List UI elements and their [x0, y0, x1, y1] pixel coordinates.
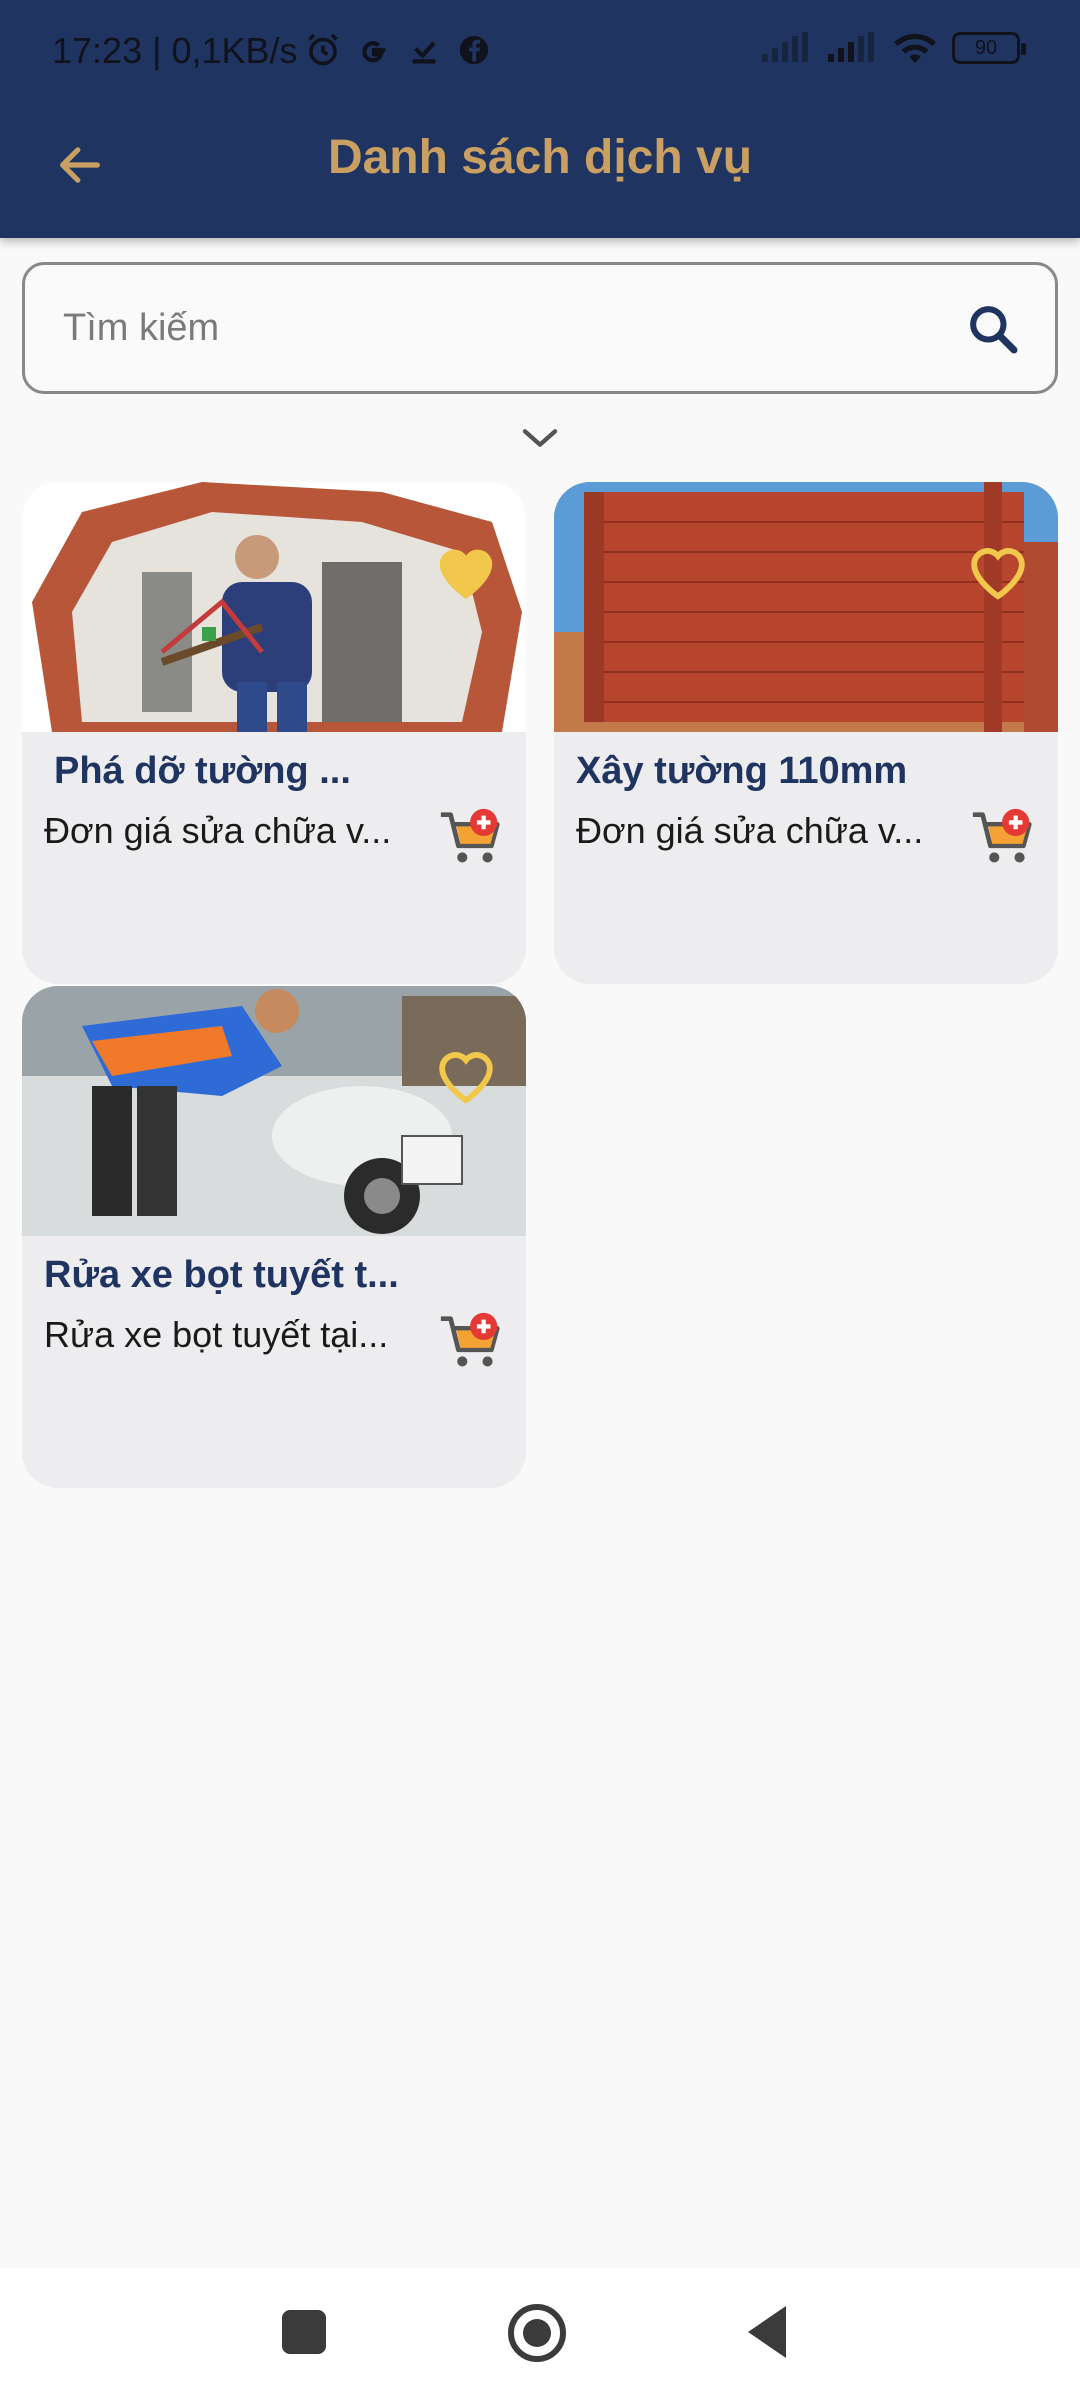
service-description: Rửa xe bọt tuyết tại... — [44, 1314, 389, 1355]
favorite-button[interactable] — [426, 530, 506, 610]
service-card[interactable]: Xây tường 110mm Đơn giá sửa chữa v... — [554, 482, 1058, 984]
favorite-button[interactable] — [426, 1034, 506, 1114]
service-title: Xây tường 110mm — [576, 750, 908, 792]
battery-icon: 90 — [952, 32, 1026, 64]
status-system-icons: 90 — [760, 30, 1026, 66]
service-title: Rửa xe bọt tuyết t... — [44, 1254, 399, 1296]
service-card[interactable]: Phá dỡ tường ... Đơn giá sửa chữa v... — [22, 482, 526, 984]
home-button[interactable] — [508, 2304, 566, 2362]
alarm-icon — [308, 33, 338, 66]
add-to-cart-button[interactable] — [432, 1306, 512, 1378]
status-bar: 17:23 | 0,1KB/s 90 — [0, 0, 1080, 105]
search-button[interactable] — [961, 297, 1025, 361]
system-nav-bar — [0, 2268, 1080, 2400]
wifi-icon — [893, 33, 937, 64]
service-card[interactable]: Rửa xe bọt tuyết t... Rửa xe bọt tuyết t… — [22, 986, 526, 1488]
app-bar: 17:23 | 0,1KB/s 90 Danh sách dịch vụ — [0, 0, 1080, 238]
status-time: 17:23 | 0,1KB/s — [52, 30, 298, 71]
download-done-icon — [412, 41, 436, 64]
search-input[interactable] — [61, 265, 941, 391]
add-to-cart-button[interactable] — [964, 802, 1044, 874]
add-to-cart-button[interactable] — [432, 802, 512, 874]
search-icon — [970, 306, 1018, 354]
service-description: Đơn giá sửa chữa v... — [576, 810, 924, 851]
search-box — [22, 262, 1058, 394]
service-description: Đơn giá sửa chữa v... — [44, 810, 392, 851]
page-title: Danh sách dịch vụ — [327, 131, 753, 184]
service-title: Phá dỡ tường ... — [54, 750, 351, 792]
heart-outline-icon — [439, 1052, 493, 1104]
add-to-cart-icon — [440, 808, 500, 863]
expand-filter-button[interactable] — [510, 418, 570, 458]
signal-icon — [762, 32, 808, 62]
heart-filled-icon — [439, 549, 493, 600]
facebook-icon — [459, 35, 489, 65]
status-notification-icons — [305, 32, 491, 68]
heart-outline-icon — [971, 548, 1025, 600]
chevron-down-icon — [522, 429, 558, 447]
recents-button[interactable] — [282, 2310, 326, 2354]
favorite-button[interactable] — [958, 530, 1038, 610]
signal-icon — [828, 32, 874, 62]
system-back-button[interactable] — [748, 2306, 786, 2358]
google-icon — [362, 41, 386, 63]
add-to-cart-icon — [440, 1312, 500, 1367]
add-to-cart-icon — [972, 808, 1032, 863]
